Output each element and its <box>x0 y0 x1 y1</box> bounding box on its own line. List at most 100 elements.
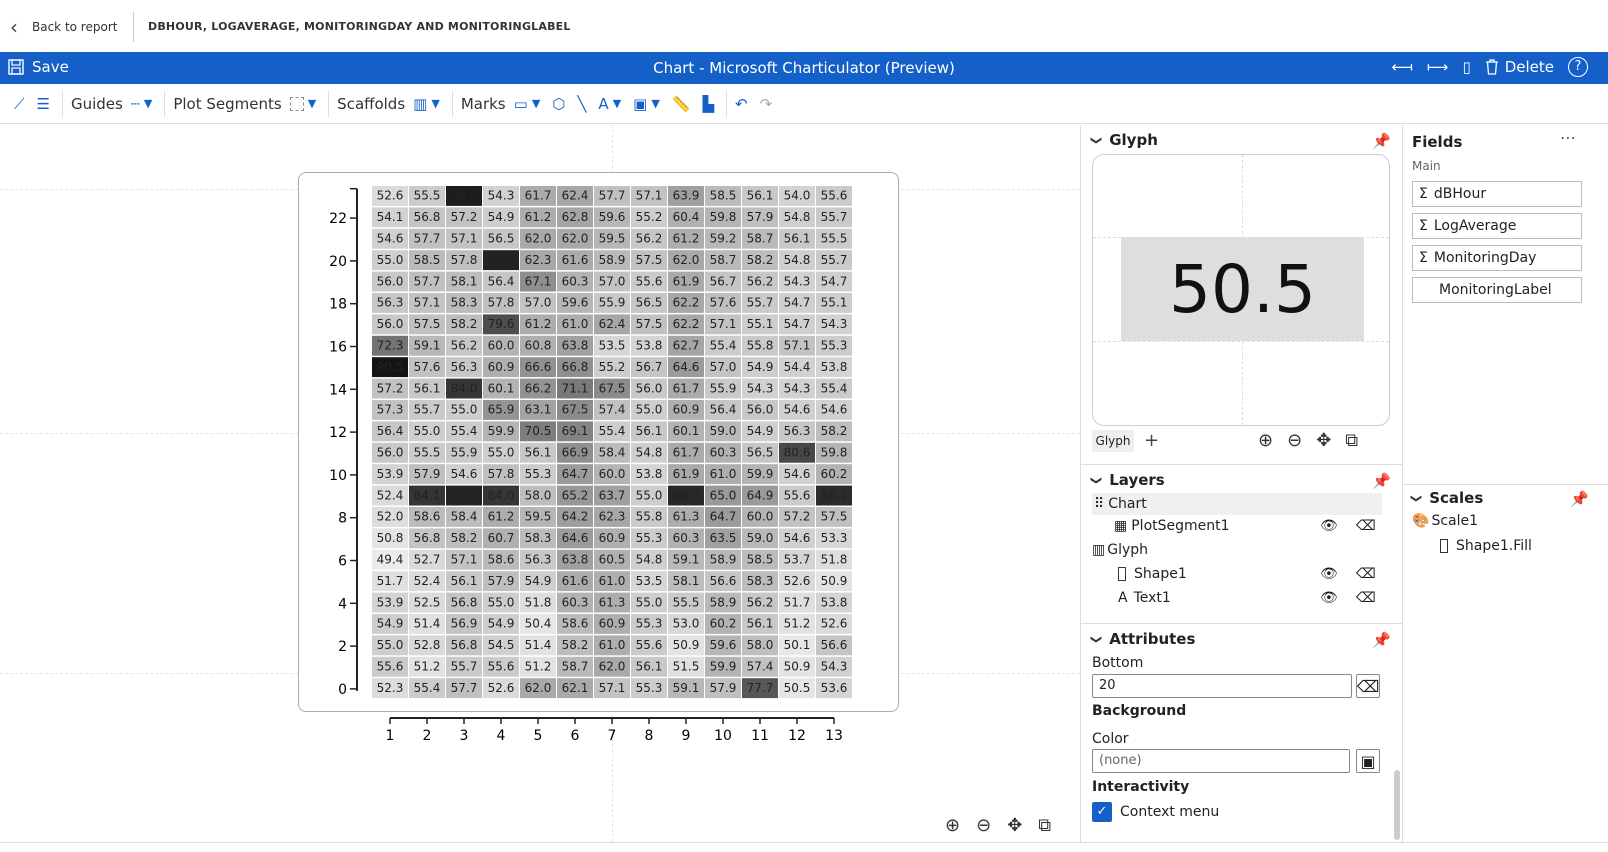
sigma-icon: Σ <box>1419 250 1428 266</box>
line-mark-icon[interactable]: ╲ <box>577 95 586 113</box>
glyph-shape-preview[interactable]: 50.5 <box>1121 237 1364 341</box>
help-icon[interactable]: ? <box>1568 57 1588 77</box>
eraser-icon[interactable]: ⌫ <box>1356 590 1376 606</box>
chevron-down-icon: ▼ <box>431 97 440 110</box>
legend-list-icon[interactable]: ☰ <box>37 95 50 113</box>
delete-button[interactable]: Delete <box>1485 58 1554 76</box>
layer-label: PlotSegment1 <box>1131 518 1230 534</box>
field-label: dBHour <box>1433 186 1487 202</box>
pin-icon[interactable]: 📌 <box>1372 472 1391 490</box>
field-label: MonitoringDay <box>1433 250 1537 266</box>
glyph-zoom-controls: ⊕ ⊖ ✥ ⧉ <box>1258 430 1358 451</box>
field-dbhour[interactable]: ΣdBHour <box>1412 181 1582 207</box>
layer-chart[interactable]: ⠿ Chart <box>1092 493 1382 515</box>
trash-icon <box>1485 59 1498 75</box>
zoom-out-icon[interactable]: ⊖ <box>976 815 991 836</box>
more-options-icon[interactable]: ⋯ <box>1560 128 1576 147</box>
visibility-eye-icon[interactable]: 👁 <box>1320 566 1338 582</box>
pin-icon[interactable]: 📌 <box>1372 132 1391 150</box>
context-menu-checkbox[interactable]: ✓ <box>1092 802 1112 822</box>
guides-dropdown[interactable]: ┄ ▼ <box>131 95 153 113</box>
scales-panel-header[interactable]: ❯ Scales <box>1410 489 1484 507</box>
symbol-mark-icon[interactable]: ⬡ <box>552 95 565 113</box>
layer-text1[interactable]: A Text1 <box>1118 590 1171 606</box>
save-button[interactable]: Save <box>8 58 69 76</box>
pin-icon[interactable]: 📌 <box>1570 490 1589 508</box>
chevron-down-icon: ❯ <box>1090 135 1104 145</box>
color-label: Color <box>1092 731 1129 747</box>
glyph-editor[interactable]: 50.5 <box>1092 154 1390 426</box>
scales-panel-title: Scales <box>1429 489 1484 507</box>
scale-name: Scale1 <box>1431 513 1479 529</box>
layer-label: Text1 <box>1133 590 1171 606</box>
panel-divider <box>1080 464 1402 465</box>
layers-panel-header[interactable]: ❯ Layers <box>1090 471 1165 489</box>
visibility-eye-icon[interactable]: 👁 <box>1320 518 1338 534</box>
chart-frame[interactable] <box>298 172 899 712</box>
glyph-panel-header[interactable]: ❯ Glyph <box>1090 131 1158 149</box>
arrow-right-icon[interactable]: ⟼ <box>1427 58 1449 76</box>
image-mark-dropdown[interactable]: ▣ ▼ <box>633 95 660 113</box>
eraser-icon[interactable]: ⌫ <box>1356 518 1376 534</box>
copy-icon[interactable]: ▯ <box>1462 58 1470 76</box>
color-input[interactable]: (none) <box>1092 749 1350 773</box>
zoom-fit-icon[interactable]: ⧉ <box>1345 430 1358 451</box>
glyph-tab[interactable]: Glyph <box>1092 430 1134 452</box>
zoom-fit-icon[interactable]: ⧉ <box>1038 815 1051 836</box>
attributes-panel-header[interactable]: ❯ Attributes <box>1090 630 1195 648</box>
scaffolds-dropdown[interactable]: ▥ ▼ <box>413 95 440 113</box>
chevron-left-icon: ‹ <box>10 15 18 39</box>
scaffolds-label: Scaffolds <box>337 94 406 113</box>
layer-glyph[interactable]: ▥ Glyph <box>1092 542 1148 558</box>
arrow-left-icon[interactable]: ⟻ <box>1391 58 1413 76</box>
interactivity-section-label: Interactivity <box>1092 779 1190 795</box>
zoom-out-icon[interactable]: ⊖ <box>1287 430 1302 451</box>
visibility-eye-icon[interactable]: 👁 <box>1320 590 1338 606</box>
layer-shape1[interactable]: Shape1 <box>1118 566 1187 582</box>
layer-label: Glyph <box>1107 542 1149 558</box>
text-mark-dropdown[interactable]: A ▼ <box>598 95 621 113</box>
chevron-down-icon: ▼ <box>651 97 660 110</box>
context-menu-label: Context menu <box>1120 804 1220 820</box>
add-glyph-icon[interactable]: + <box>1144 430 1159 451</box>
pan-icon[interactable]: ✥ <box>1316 430 1331 451</box>
glyph-text-preview[interactable]: 50.5 <box>1169 251 1316 328</box>
pin-icon[interactable]: 📌 <box>1372 631 1391 649</box>
zoom-in-icon[interactable]: ⊕ <box>945 815 960 836</box>
ruler-icon[interactable]: 📏 <box>672 95 691 113</box>
save-icon <box>8 59 24 75</box>
field-monitoringlabel[interactable]: MonitoringLabel <box>1412 277 1582 303</box>
layer-plotsegment1[interactable]: ▦ PlotSegment1 <box>1114 518 1230 534</box>
fields-group-label: Main <box>1412 159 1441 173</box>
field-monitoringday[interactable]: Σ MonitoringDay <box>1412 245 1582 271</box>
field-logaverage[interactable]: Σ LogAverage <box>1412 213 1582 239</box>
redo-icon[interactable]: ↷ <box>760 95 773 113</box>
field-label: LogAverage <box>1433 218 1517 234</box>
plot-segments-label: Plot Segments <box>173 94 282 113</box>
eraser-icon[interactable]: ⌫ <box>1356 566 1376 582</box>
back-to-report-button[interactable]: ‹ Back to report <box>10 16 117 38</box>
plot-segments-dropdown[interactable]: ▼ <box>289 96 316 111</box>
table-grid-icon: ▦ <box>1114 518 1128 534</box>
save-label: Save <box>32 58 69 76</box>
chart-canvas[interactable] <box>0 125 1080 842</box>
sigma-icon: Σ <box>1419 218 1428 234</box>
scale-item[interactable]: 🎨 Scale1 <box>1412 513 1478 529</box>
report-title: DBHOUR, LOGAVERAGE, MONITORINGDAY AND MO… <box>148 20 571 33</box>
undo-icon[interactable]: ↶ <box>735 95 748 113</box>
scale-mapping-item[interactable]: Shape1.Fill <box>1440 538 1532 554</box>
pan-icon[interactable]: ✥ <box>1007 815 1022 836</box>
toolbar-divider <box>451 90 453 117</box>
link-tool-icon[interactable]: ⟋ <box>14 95 25 113</box>
data-axis-icon[interactable]: ▙ <box>703 95 715 113</box>
bottom-input[interactable]: 20 <box>1092 674 1352 698</box>
attributes-scrollbar[interactable] <box>1394 770 1400 840</box>
rect-icon <box>1118 567 1126 581</box>
rect-mark-dropdown[interactable]: ▭ ▼ <box>514 95 541 113</box>
zoom-in-icon[interactable]: ⊕ <box>1258 430 1273 451</box>
eraser-icon[interactable]: ⌫ <box>1356 674 1380 698</box>
chevron-down-icon: ❯ <box>1090 475 1104 485</box>
text-icon: A <box>1118 590 1128 606</box>
color-picker-icon[interactable]: ▣ <box>1356 749 1380 773</box>
bottom-label: Bottom <box>1092 655 1144 671</box>
